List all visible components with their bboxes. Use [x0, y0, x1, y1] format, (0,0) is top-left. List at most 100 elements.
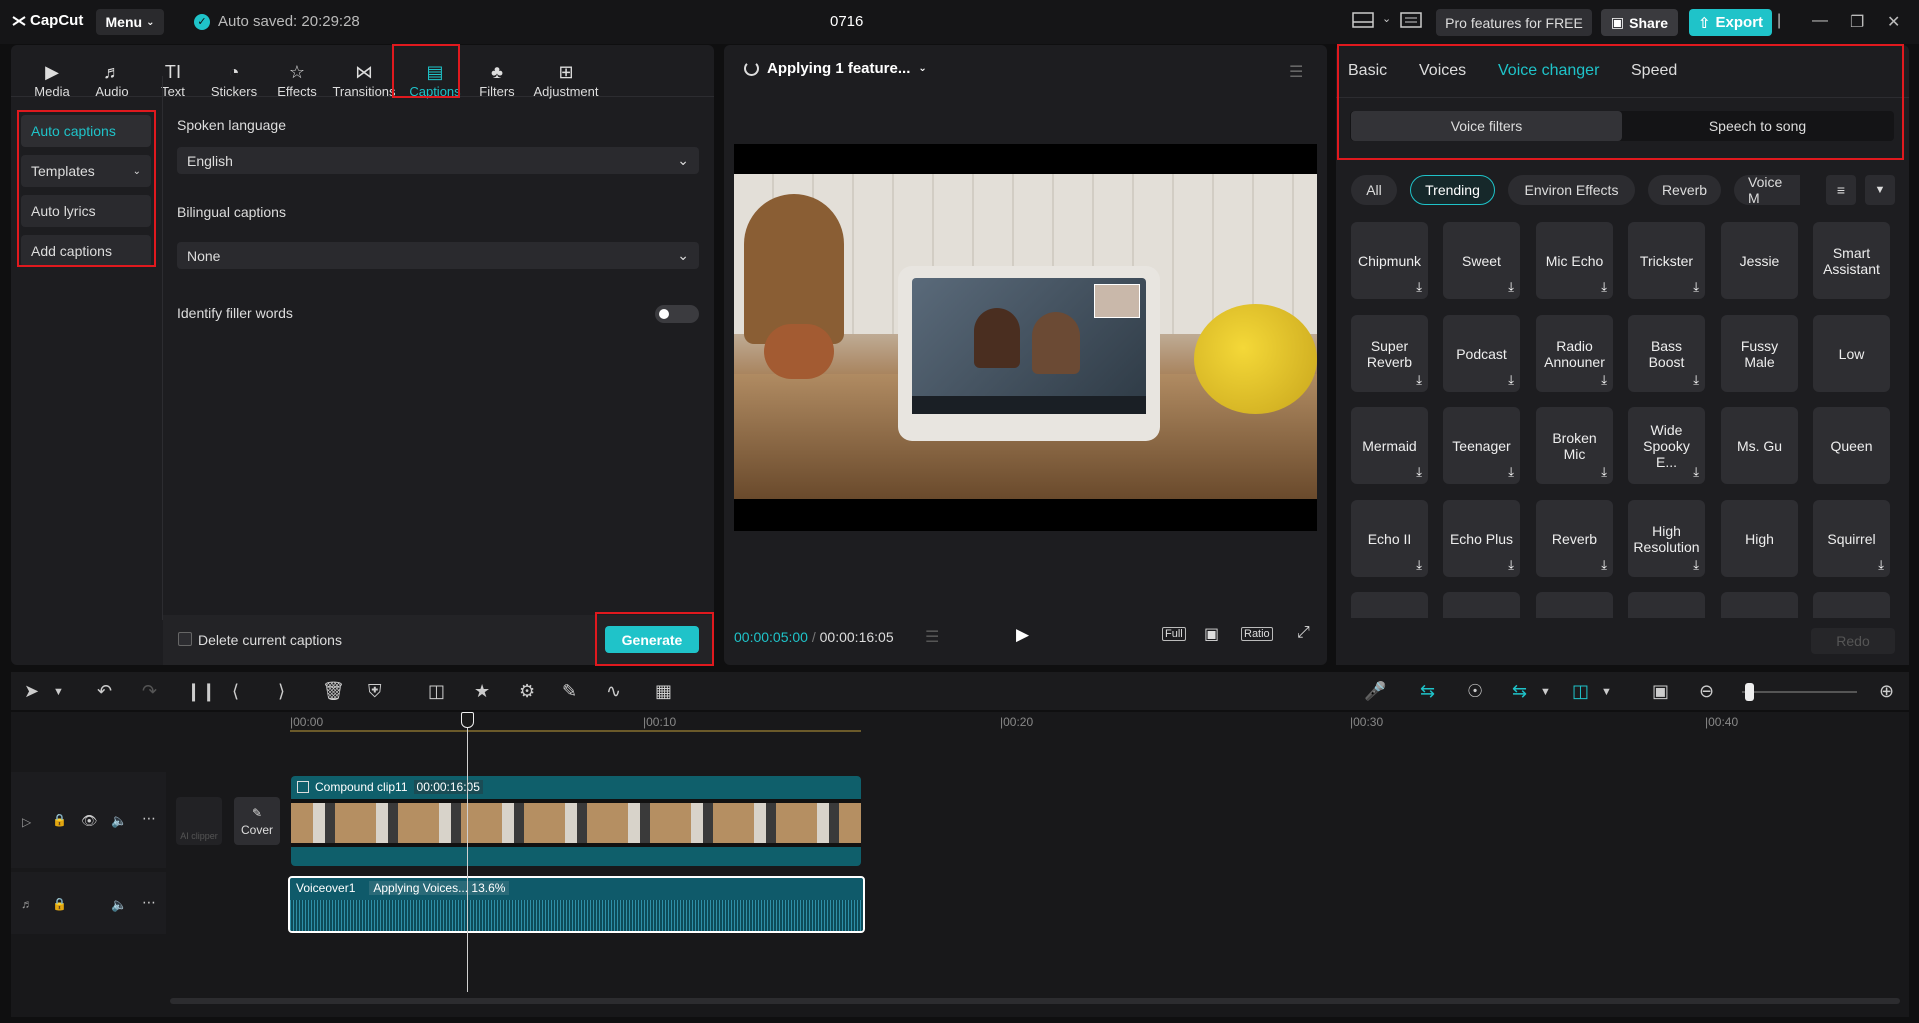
snapshot-icon[interactable]: ▣	[1204, 624, 1219, 644]
minimize-icon[interactable]: —	[1812, 12, 1828, 30]
voice-filter-card[interactable]: Jessie	[1721, 222, 1798, 299]
full-button[interactable]: Full	[1162, 627, 1186, 641]
toolbar-filters[interactable]: ♣ Filters	[466, 53, 528, 99]
voice-filter-card[interactable]: Smart Assistant	[1813, 222, 1890, 299]
voice-filter-card[interactable]: Queen	[1813, 407, 1890, 484]
toolbar-media[interactable]: ▶ Media	[21, 53, 83, 99]
voice-filter-card[interactable]: Sweet ⤓	[1443, 222, 1520, 299]
download-icon[interactable]: ⤓	[1601, 372, 1607, 388]
crop-icon[interactable]: ▦	[655, 681, 672, 702]
download-icon[interactable]: ⤓	[1601, 557, 1607, 573]
voice-filter-card-partial[interactable]	[1628, 592, 1705, 618]
toolbar-audio[interactable]: ♬ Audio	[81, 53, 143, 99]
voice-filter-card[interactable]: Radio Announer ⤓	[1536, 315, 1613, 392]
bilingual-select[interactable]: None ⌄	[177, 242, 699, 269]
voice-filter-card-partial[interactable]	[1813, 592, 1890, 618]
voice-filter-card[interactable]: Echo II ⤓	[1351, 500, 1428, 577]
chip-reverb[interactable]: Reverb	[1648, 175, 1721, 205]
download-icon[interactable]: ⤓	[1416, 464, 1422, 480]
voice-filter-card[interactable]: Fussy Male	[1721, 315, 1798, 392]
zoom-out-icon[interactable]: ⊖	[1699, 681, 1714, 702]
chip-environ-effects[interactable]: Environ Effects	[1508, 175, 1635, 205]
voice-filter-card[interactable]: Mermaid ⤓	[1351, 407, 1428, 484]
download-icon[interactable]: ⤓	[1416, 372, 1422, 388]
preview-dropdown-icon[interactable]: ▼	[1601, 686, 1612, 698]
timeline-scrollbar[interactable]	[170, 998, 1900, 1004]
zoom-in-icon[interactable]: ⊕	[1879, 681, 1894, 702]
ai-clipper-button[interactable]: AI clipper	[176, 797, 222, 845]
voice-filter-card[interactable]: Wide Spooky E... ⤓	[1628, 407, 1705, 484]
redo-icon[interactable]: ↷	[142, 681, 157, 702]
split-icon[interactable]: ❙❙	[186, 681, 216, 702]
playhead-handle[interactable]	[461, 712, 474, 728]
toolbar-transitions[interactable]: ⋈ Transitions	[329, 53, 399, 99]
hamburger-menu-icon[interactable]: ☰	[1289, 62, 1303, 82]
fullscreen-icon[interactable]: ⤢	[1297, 624, 1310, 642]
voice-filter-card-partial[interactable]	[1536, 592, 1613, 618]
audio-wave-icon[interactable]: ∿	[606, 681, 621, 702]
voice-filter-card[interactable]: High Resolution ⤓	[1628, 500, 1705, 577]
toolbar-adjustment[interactable]: ⊞ Adjustment	[526, 53, 606, 99]
voice-filter-card[interactable]: Mic Echo ⤓	[1536, 222, 1613, 299]
chip-all[interactable]: All	[1351, 175, 1397, 205]
chip-voice-m[interactable]: Voice M	[1734, 175, 1800, 205]
lock-icon[interactable]: 🔒	[52, 813, 67, 827]
audio-speaker-icon[interactable]: 🔈	[111, 897, 127, 913]
download-icon[interactable]: ⤓	[1601, 464, 1607, 480]
voice-filter-card[interactable]: Squirrel ⤓	[1813, 500, 1890, 577]
microphone-icon[interactable]: 🎤	[1364, 681, 1386, 702]
auto-cutout-icon[interactable]: ✎	[562, 681, 577, 702]
voice-filter-card-partial[interactable]	[1351, 592, 1428, 618]
toolbar-text[interactable]: TⅠ Text	[142, 53, 204, 99]
audio-more-icon[interactable]: ⋯	[142, 894, 156, 911]
add-media-icon[interactable]: ◫	[428, 681, 445, 702]
more-icon[interactable]: ⋯	[142, 810, 156, 827]
delete-captions-checkbox[interactable]	[178, 632, 192, 646]
voice-filter-card-partial[interactable]	[1721, 592, 1798, 618]
voice-filter-card-partial[interactable]	[1443, 592, 1520, 618]
layout-chevron-icon[interactable]: ⌄	[1382, 12, 1391, 25]
download-icon[interactable]: ⤓	[1693, 279, 1699, 295]
video-clip[interactable]: Compound clip11 00:00:16:05	[291, 776, 861, 866]
chip-trending[interactable]: Trending	[1410, 175, 1495, 205]
download-icon[interactable]: ⤓	[1508, 464, 1514, 480]
spoken-language-select[interactable]: English ⌄	[177, 147, 699, 174]
download-icon[interactable]: ⤓	[1601, 279, 1607, 295]
zoom-slider-handle[interactable]	[1745, 683, 1754, 701]
voice-filter-card[interactable]: Chipmunk ⤓	[1351, 222, 1428, 299]
ai-tag-icon[interactable]: ★	[474, 681, 490, 702]
toolbar-stickers[interactable]: ◔ Stickers	[203, 53, 265, 99]
trim-left-icon[interactable]: ⟨	[232, 681, 239, 702]
close-icon[interactable]: ✕	[1887, 12, 1900, 32]
pointer-dropdown-icon[interactable]: ▼	[53, 686, 64, 698]
redo-button[interactable]: Redo	[1811, 628, 1895, 654]
cover-button[interactable]: ✎ Cover	[234, 797, 280, 845]
export-button[interactable]: ⇧ Export	[1689, 9, 1772, 36]
restore-icon[interactable]: ❐	[1850, 12, 1864, 32]
player-status[interactable]: Applying 1 feature... ⌄	[744, 60, 927, 77]
share-button[interactable]: ▣ Share	[1601, 9, 1678, 36]
voice-filter-card[interactable]: Bass Boost ⤓	[1628, 315, 1705, 392]
voice-filter-card[interactable]: Super Reverb ⤓	[1351, 315, 1428, 392]
download-icon[interactable]: ⤓	[1878, 557, 1884, 573]
screen-record-icon[interactable]: ▣	[1652, 681, 1669, 702]
toolbar-effects[interactable]: ☆ Effects	[266, 53, 328, 99]
keyboard-icon[interactable]	[1400, 12, 1422, 33]
zoom-slider-track[interactable]	[1742, 691, 1857, 693]
download-icon[interactable]: ⤓	[1693, 557, 1699, 573]
layout-icon[interactable]	[1352, 12, 1374, 33]
download-icon[interactable]: ⤓	[1508, 372, 1514, 388]
eye-icon[interactable]: 👁	[81, 813, 98, 829]
voice-filter-card[interactable]: High	[1721, 500, 1798, 577]
audio-lock-icon[interactable]: 🔒	[52, 897, 67, 911]
delete-icon[interactable]: 🗑	[322, 681, 345, 702]
list-view-icon[interactable]: ☰	[925, 627, 939, 647]
adjust-sliders-icon[interactable]: ⚙	[519, 681, 535, 702]
voice-filter-card[interactable]: Trickster ⤓	[1628, 222, 1705, 299]
speaker-icon[interactable]: 🔈	[111, 813, 127, 829]
menu-button[interactable]: Menu ⌄	[96, 9, 164, 35]
voice-filter-card[interactable]: Low	[1813, 315, 1890, 392]
video-preview[interactable]	[734, 144, 1317, 531]
pro-features-button[interactable]: Pro features for FREE	[1436, 9, 1592, 36]
snap-icon[interactable]: ☉	[1467, 681, 1483, 702]
